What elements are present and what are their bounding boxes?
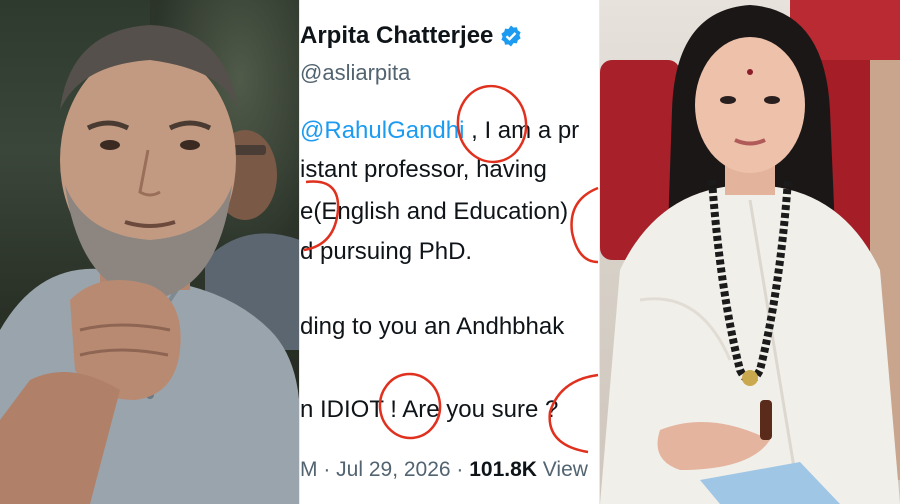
tweet-text-line-1: @RahulGandhi , I am a pr	[300, 117, 579, 145]
mention-link[interactable]: @RahulGandhi	[300, 117, 464, 144]
red-arc-right-line3	[570, 186, 599, 264]
tweet-text-line-3: e(English and Education)	[300, 198, 569, 225]
left-photo-panel	[0, 0, 300, 504]
man-photo	[0, 25, 300, 504]
tweet-views-count: 101.8K	[469, 458, 537, 481]
tweet-text-line-4: d pursuing PhD.	[300, 238, 473, 265]
tweet-date: M · Jul 29, 2026 ·	[300, 458, 470, 481]
tweet-meta: M · Jul 29, 2026 · 101.8K View	[300, 458, 588, 482]
tweet-text-line-2: istant professor, having	[300, 156, 547, 183]
author-handle: @asliarpita	[300, 60, 411, 85]
author-name: Arpita Chatterjee	[300, 22, 494, 49]
tweet-text-line-6: n IDIOT ! Are you sure ?	[300, 396, 559, 423]
tweet-author-row: Arpita Chatterjee	[300, 22, 523, 50]
tweet-views-label: View	[536, 458, 588, 481]
verified-badge-icon	[501, 25, 521, 47]
woman-photo	[600, 0, 900, 504]
right-photo-panel	[600, 0, 900, 504]
tweet-text-line-1-rest: , I am a pr	[464, 117, 580, 144]
tweet-text-line-5: ding to you an Andhbhak	[300, 313, 565, 340]
tweet-screenshot-panel: Arpita Chatterjee @asliarpita @RahulGand…	[300, 0, 600, 504]
